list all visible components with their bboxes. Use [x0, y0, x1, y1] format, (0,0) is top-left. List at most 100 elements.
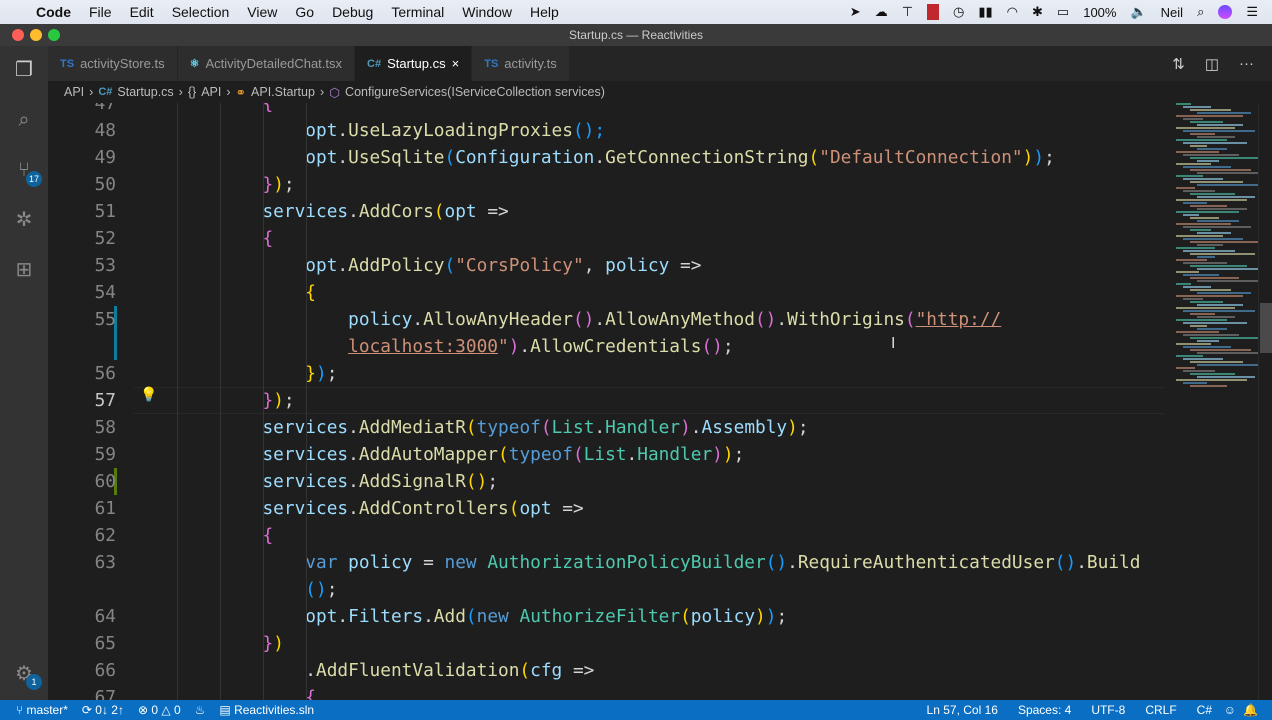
close-tab-icon[interactable]: ×: [452, 56, 460, 71]
close-window-button[interactable]: [12, 29, 24, 41]
debug-icon[interactable]: ✲: [12, 208, 36, 232]
line-endings[interactable]: CRLF: [1145, 703, 1176, 717]
breadcrumb-file[interactable]: Startup.cs: [117, 85, 173, 99]
wifi-icon[interactable]: ◠: [1007, 4, 1018, 20]
menu-edit[interactable]: Edit: [130, 4, 154, 20]
minimap[interactable]: [1166, 103, 1271, 403]
minimap-line: [1190, 253, 1255, 255]
code-line[interactable]: localhost:3000").AllowCredentials();: [48, 333, 1168, 360]
code-line[interactable]: 56 });: [48, 360, 1168, 387]
time-machine-icon[interactable]: ◷: [953, 4, 964, 20]
tab-activitydetailedchat[interactable]: ⚛ ActivityDetailedChat.tsx: [177, 46, 356, 81]
zoom-window-button[interactable]: [48, 29, 60, 41]
volume-icon[interactable]: 🔈: [1130, 4, 1146, 20]
notification-center-icon[interactable]: ☰: [1246, 4, 1258, 20]
menu-go[interactable]: Go: [295, 4, 314, 20]
menu-view[interactable]: View: [247, 4, 277, 20]
code-token: .: [690, 417, 702, 438]
breadcrumb-namespace[interactable]: API: [201, 85, 221, 99]
menu-help[interactable]: Help: [530, 4, 559, 20]
battery-percent[interactable]: 100%: [1083, 5, 1116, 20]
red-app-icon[interactable]: [927, 4, 940, 20]
paint-roller-icon[interactable]: ⊤: [902, 4, 913, 20]
spotlight-search-icon[interactable]: ⌕: [1197, 4, 1204, 20]
menu-window[interactable]: Window: [462, 4, 512, 20]
language-mode[interactable]: C#: [1197, 703, 1212, 717]
code-line[interactable]: 67 {: [48, 684, 1168, 700]
code-line[interactable]: 52 {: [48, 225, 1168, 252]
code-line[interactable]: 61 services.AddControllers(opt =>: [48, 495, 1168, 522]
user-name[interactable]: Neil: [1161, 5, 1183, 20]
code-line[interactable]: ();: [48, 576, 1168, 603]
flame-icon[interactable]: ♨: [195, 703, 206, 717]
code-line[interactable]: 63 var policy = new AuthorizationPolicyB…: [48, 549, 1168, 576]
menu-app-name[interactable]: Code: [36, 4, 71, 20]
siri-icon[interactable]: [1218, 5, 1233, 19]
notifications-bell-icon[interactable]: 🔔: [1243, 703, 1258, 717]
search-icon[interactable]: ⌕: [12, 108, 36, 132]
menu-file[interactable]: File: [89, 4, 112, 20]
indentation[interactable]: Spaces: 4: [1018, 703, 1071, 717]
scrollbar-thumb[interactable]: [1260, 303, 1272, 353]
code-line[interactable]: 65 }): [48, 630, 1168, 657]
minimize-window-button[interactable]: [30, 29, 42, 41]
encoding[interactable]: UTF-8: [1091, 703, 1125, 717]
breadcrumb-method[interactable]: ConfigureServices(IServiceCollection ser…: [345, 85, 605, 99]
code-line[interactable]: 54 {: [48, 279, 1168, 306]
code-line[interactable]: 66 .AddFluentValidation(cfg =>: [48, 657, 1168, 684]
more-actions-icon[interactable]: ···: [1239, 55, 1254, 72]
open-changes-icon[interactable]: ⇅: [1172, 55, 1185, 73]
code-line[interactable]: 51 services.AddCors(opt =>: [48, 198, 1168, 225]
code-lines[interactable]: 47 {48 opt.UseLazyLoadingProxies(); 49 op…: [48, 103, 1168, 700]
code-line[interactable]: 53 opt.AddPolicy("CorsPolicy", policy =>: [48, 252, 1168, 279]
code-token: .: [337, 120, 349, 141]
split-editor-icon[interactable]: ◫: [1205, 55, 1219, 73]
solution-indicator[interactable]: ▤ Reactivities.sln: [219, 703, 314, 717]
bluetooth-icon[interactable]: ✱: [1032, 4, 1043, 20]
tab-label: Startup.cs: [387, 56, 446, 71]
code-token: .: [594, 147, 606, 168]
code-line[interactable]: 58 services.AddMediatR(typeof(List.Handl…: [48, 414, 1168, 441]
code-line[interactable]: 64 opt.Filters.Add(new AuthorizeFilter(p…: [48, 603, 1168, 630]
menu-terminal[interactable]: Terminal: [391, 4, 444, 20]
explorer-icon[interactable]: ❐: [12, 58, 36, 82]
lightbulb-icon[interactable]: 💡: [140, 386, 157, 403]
code-line[interactable]: 55 policy.AllowAnyHeader().AllowAnyMetho…: [48, 306, 1168, 333]
code-token: Add: [433, 606, 466, 627]
problems-indicator[interactable]: ⊗ 0 △ 0: [138, 703, 181, 717]
tab-activity[interactable]: TS activity.ts: [472, 46, 570, 81]
feedback-icon[interactable]: ☺: [1224, 703, 1236, 717]
code-line[interactable]: 60 services.AddSignalR();: [48, 468, 1168, 495]
git-change-marker[interactable]: [114, 333, 117, 360]
code-line[interactable]: 59 services.AddAutoMapper(typeof(List.Ha…: [48, 441, 1168, 468]
minimap-line: [1197, 136, 1235, 138]
code-line[interactable]: 47 {: [48, 103, 1168, 117]
code-line[interactable]: 62 {: [48, 522, 1168, 549]
code-line[interactable]: 50 });: [48, 171, 1168, 198]
minimap-line: [1176, 163, 1211, 165]
code-token: AddMediatR: [358, 417, 466, 438]
cloud-icon[interactable]: ☁: [875, 4, 888, 20]
code-token: =>: [562, 660, 595, 681]
menu-debug[interactable]: Debug: [332, 4, 373, 20]
code-line[interactable]: 57 });: [48, 387, 1168, 414]
airplay-icon[interactable]: ▭: [1057, 4, 1069, 20]
cursor-position[interactable]: Ln 57, Col 16: [927, 703, 998, 717]
code-line[interactable]: 48 opt.UseLazyLoadingProxies();: [48, 117, 1168, 144]
minimap-line: [1176, 199, 1247, 201]
menu-selection[interactable]: Selection: [172, 4, 230, 20]
code-line[interactable]: 49 opt.UseSqlite(Configuration.GetConnec…: [48, 144, 1168, 171]
tab-startup[interactable]: C# Startup.cs ×: [355, 46, 473, 81]
extensions-icon[interactable]: ⊞: [12, 258, 36, 282]
code-editor[interactable]: 47 {48 opt.UseLazyLoadingProxies(); 49 op…: [48, 103, 1272, 700]
breadcrumb-api-folder[interactable]: API: [64, 85, 84, 99]
branch-indicator[interactable]: ⑂ master*: [16, 703, 68, 717]
vertical-scrollbar[interactable]: [1258, 103, 1272, 700]
breadcrumb-class[interactable]: API.Startup: [251, 85, 315, 99]
minimap-line: [1190, 169, 1251, 171]
code-token: AllowCredentials: [530, 336, 702, 357]
sync-indicator[interactable]: ⟳ 0↓ 2↑: [82, 703, 124, 717]
tab-activitystore[interactable]: TS activityStore.ts: [48, 46, 178, 81]
layout-icon[interactable]: ▮▮: [978, 4, 992, 20]
location-icon[interactable]: ➤: [850, 4, 861, 20]
